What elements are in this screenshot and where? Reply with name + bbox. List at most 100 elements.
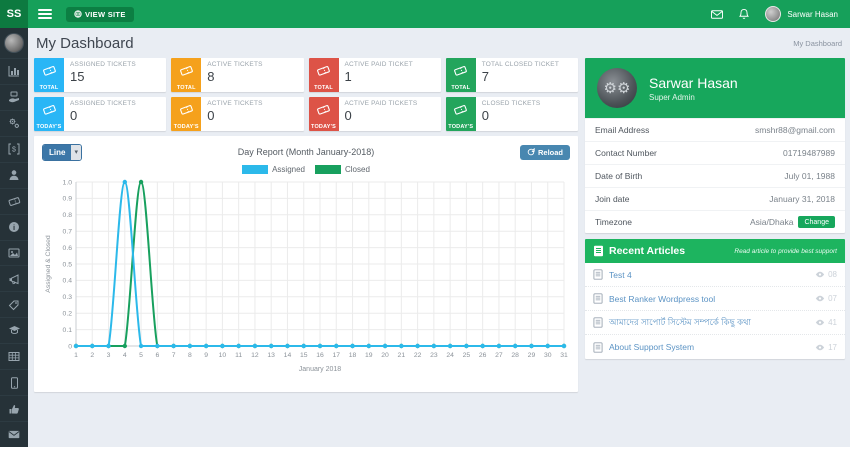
stat-card-today-assigned[interactable]: TODAY'S ASSIGNED TICKETS 0 (34, 97, 167, 131)
sidebar-item-support[interactable] (0, 83, 28, 110)
bar-chart-icon (8, 66, 19, 77)
stat-icon-box: TODAY'S (34, 97, 64, 131)
ticket-icon (454, 105, 468, 115)
article-item[interactable]: আমাদের সাপোর্ট সিস্টেম সম্পর্কে কিছু কথা… (585, 311, 845, 335)
stat-label: CLOSED TICKETS (481, 100, 541, 107)
articles-subtitle: Read article to provide best support (734, 247, 837, 255)
sidebar-item-reports[interactable] (0, 343, 28, 369)
ticket-icon (317, 105, 330, 115)
app-root: SS VIEW SITE Sarwar Hasan $ i My Dashboa… (0, 0, 850, 453)
stat-value: 15 (70, 69, 85, 84)
svg-text:23: 23 (430, 352, 438, 359)
messages-icon[interactable] (711, 9, 724, 19)
svg-text:21: 21 (398, 352, 406, 359)
change-timezone-button[interactable]: Change (798, 216, 835, 228)
support-hand-icon (9, 91, 19, 103)
stat-card-today-closed[interactable]: TODAY'S CLOSED TICKETS 0 (445, 97, 578, 131)
sidebar-item-feedback[interactable] (0, 395, 28, 421)
user-menu[interactable]: Sarwar Hasan (765, 6, 838, 22)
view-site-button[interactable]: VIEW SITE (66, 6, 134, 22)
svg-text:14: 14 (284, 352, 292, 359)
legend-item-closed[interactable]: Closed (315, 164, 370, 174)
svg-text:18: 18 (349, 352, 357, 359)
profile-row-contact: Contact Number 01719487989 (585, 141, 845, 164)
sidebar-item-mobile[interactable] (0, 369, 28, 395)
stat-label: TOTAL CLOSED TICKET (481, 61, 559, 68)
svg-text:0.5: 0.5 (63, 261, 73, 268)
profile-row-email: Email Address smshr88@gmail.com (585, 118, 845, 141)
svg-text:16: 16 (316, 352, 324, 359)
stat-card-today-active[interactable]: TODAY'S ACTIVE TICKETS 0 (171, 97, 304, 131)
svg-text:13: 13 (267, 352, 275, 359)
svg-text:28: 28 (511, 352, 519, 359)
article-item[interactable]: Test 4 08 (585, 263, 845, 287)
svg-text:10: 10 (219, 352, 227, 359)
profile-name: Sarwar Hasan (649, 74, 738, 91)
svg-text:i: i (13, 223, 15, 232)
line-chart[interactable]: 0 0.1 0.2 0.3 0.4 0.5 0.6 0.7 0.8 0.9 1.0 1 2 3 4 5 6 7 8 9… (42, 176, 570, 391)
profile-card: ⚙⚙ Sarwar Hasan Super Admin Email Addres… (585, 58, 845, 233)
stat-value: 0 (344, 108, 352, 123)
article-views: 17 (815, 343, 837, 352)
svg-text:7: 7 (172, 352, 176, 359)
svg-text:0.8: 0.8 (63, 212, 73, 219)
sidebar-item-dashboard[interactable] (0, 57, 28, 84)
stat-icon-box: TOTAL (308, 58, 339, 92)
sidebar-item-mail[interactable] (0, 421, 28, 447)
sidebar-item-announcements[interactable] (0, 265, 28, 291)
stat-card-today-active-paid[interactable]: TODAY'S ACTIVE PAID TICKETS 0 (308, 97, 441, 131)
svg-text:26: 26 (479, 352, 487, 359)
profile-row-join-date: Join date January 31, 2018 (585, 187, 845, 210)
sidebar-item-tags[interactable] (0, 291, 28, 317)
stat-card-total-active[interactable]: TOTAL ACTIVE TICKETS 8 (171, 58, 304, 92)
svg-text:8: 8 (188, 352, 192, 359)
article-item[interactable]: Best Ranker Wordpress tool 07 (585, 287, 845, 311)
sidebar-item-info[interactable]: i (0, 213, 28, 240)
sidebar-item-media[interactable] (0, 239, 28, 266)
stat-card-total-closed[interactable]: TOTAL TOTAL CLOSED TICKET 7 (445, 58, 578, 92)
left-sidebar: $ i (0, 28, 28, 447)
sidebar-item-payments[interactable]: $ (0, 135, 28, 162)
document-icon (593, 269, 603, 280)
sidebar-profile-avatar[interactable] (4, 33, 24, 53)
graduation-cap-icon (8, 326, 20, 335)
sidebar-item-tickets[interactable] (0, 187, 28, 214)
page-title: My Dashboard (36, 34, 134, 52)
sidebar-item-users[interactable] (0, 161, 28, 188)
footer-strip (0, 447, 850, 453)
svg-text:22: 22 (414, 352, 422, 359)
chart-title: Day Report (Month January-2018) (237, 147, 375, 157)
svg-text:January 2018: January 2018 (299, 366, 342, 373)
stat-card-total-active-paid[interactable]: TOTAL ACTIVE PAID TICKET 1 (308, 58, 441, 92)
chart-legend: Assigned Closed (42, 162, 570, 176)
sidebar-item-training[interactable] (0, 317, 28, 343)
stat-value: 7 (481, 69, 489, 84)
notifications-bell-icon[interactable] (739, 8, 750, 20)
eye-icon (815, 295, 825, 302)
ticket-icon (179, 105, 193, 115)
svg-text:12: 12 (251, 352, 259, 359)
left-column: TOTAL ASSIGNED TICKETS 15 TOTAL ACTIVE TI… (34, 58, 578, 392)
legend-swatch-closed (315, 164, 341, 174)
globe-icon (74, 10, 82, 18)
stat-label: ACTIVE TICKETS (207, 100, 263, 107)
app-logo[interactable]: SS (0, 0, 28, 28)
sidebar-item-settings[interactable] (0, 109, 28, 136)
stat-label: ASSIGNED TICKETS (70, 100, 136, 107)
legend-item-assigned[interactable]: Assigned (242, 164, 305, 174)
stat-scope: TOTAL (176, 85, 196, 91)
stat-icon-box: TODAY'S (308, 97, 339, 131)
stat-icon-box: TOTAL (445, 58, 476, 92)
svg-text:$: $ (12, 147, 16, 154)
main-content: My Dashboard My Dashboard TOTAL ASSIGNED… (28, 28, 850, 447)
svg-text:0.4: 0.4 (63, 278, 73, 285)
stat-icon-box: TOTAL (34, 58, 64, 92)
stat-card-total-assigned[interactable]: TOTAL ASSIGNED TICKETS 15 (34, 58, 167, 92)
profile-avatar: ⚙⚙ (597, 68, 637, 108)
stat-icon-box: TOTAL (171, 58, 202, 92)
article-item[interactable]: About Support System 17 (585, 335, 845, 359)
legend-swatch-assigned (242, 164, 269, 174)
hamburger-menu-icon[interactable] (38, 9, 52, 19)
user-avatar (765, 6, 782, 22)
field-value: Asia/Dhaka (750, 217, 794, 227)
